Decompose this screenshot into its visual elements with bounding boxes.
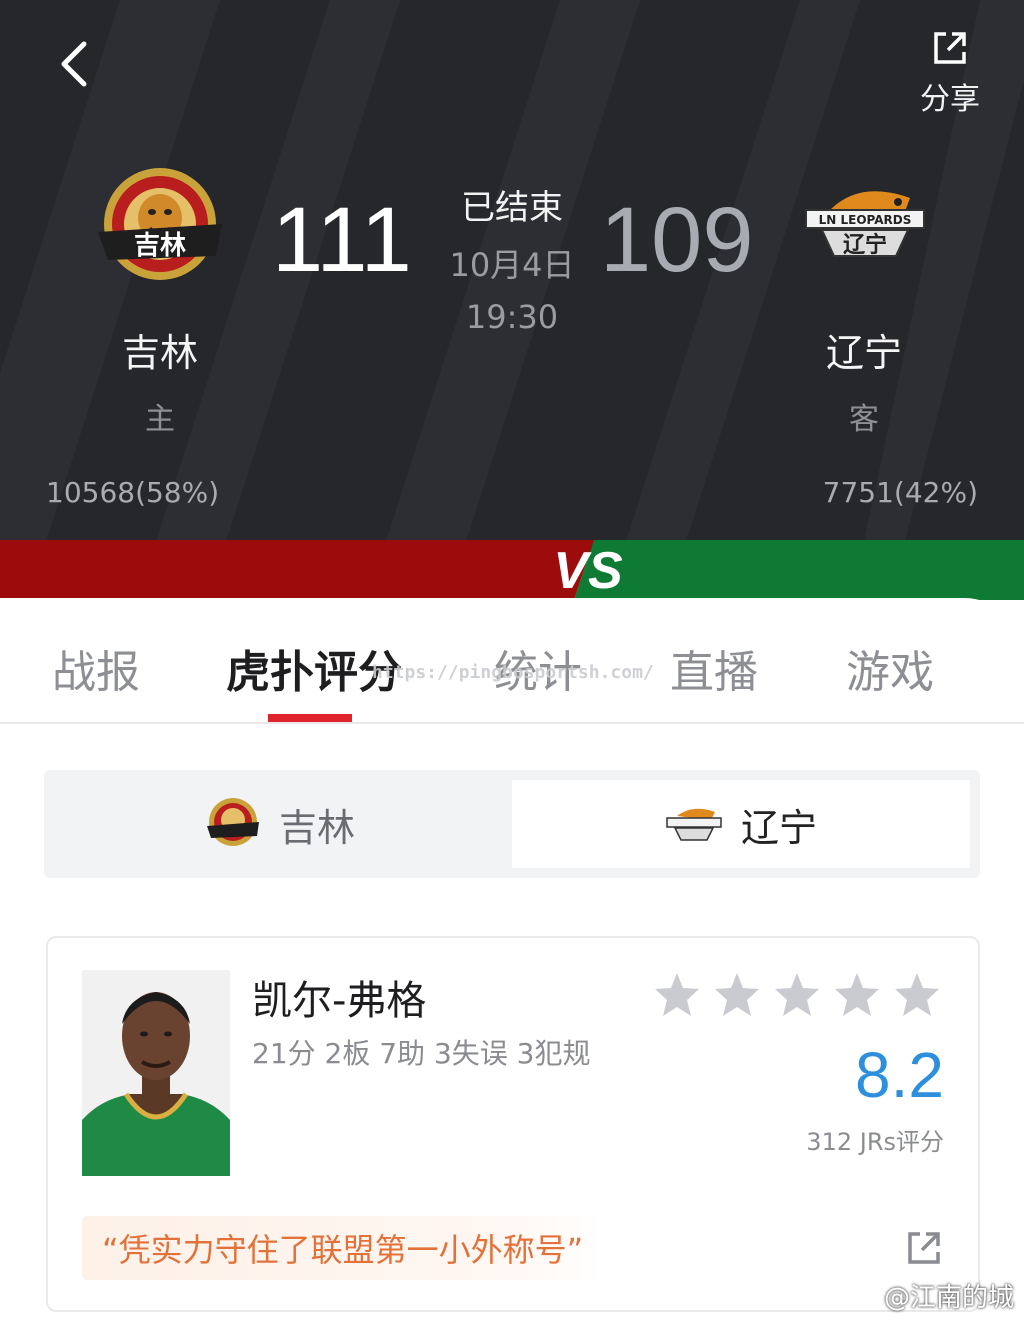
content-card: 战报 虎扑评分 统计 直播 游戏 https://pingbosportsh.c… [0, 598, 1024, 1324]
tab-bar: 战报 虎扑评分 统计 直播 游戏 https://pingbosportsh.c… [0, 628, 1024, 724]
team-switch-away-label: 辽宁 [740, 805, 817, 850]
top-comment-text: “凭实力守住了联盟第一小外称号” [102, 1231, 584, 1269]
away-team-role: 客 [849, 402, 879, 437]
share-label: 分享 [920, 82, 980, 117]
match-time: 19:30 [465, 298, 559, 336]
match-status: 已结束 [461, 188, 563, 228]
star-icon[interactable] [652, 970, 702, 1020]
home-team-mini-logo [206, 798, 259, 846]
home-vote-bar [0, 540, 594, 600]
active-tab-indicator [268, 714, 352, 722]
top-comment[interactable]: “凭实力守住了联盟第一小外称号” [82, 1216, 602, 1280]
vs-label: VS [553, 542, 623, 600]
back-icon [61, 41, 87, 87]
match-header: 分享 吉林 LN LEOPARDS 辽宁 吉林 主 10568(58%) 辽宁 … [0, 0, 1024, 560]
rating-count: 312 JRs评分 [806, 1128, 944, 1156]
home-logo-text: 吉林 [134, 231, 186, 261]
star-icon[interactable] [712, 970, 762, 1020]
external-link-icon[interactable] [904, 1228, 944, 1268]
weibo-watermark: @江南的城 [844, 1277, 1014, 1314]
star-icon[interactable] [832, 970, 882, 1020]
match-date: 10月4日 [449, 246, 575, 284]
player-stat-line: 21分 2板 7助 3失误 3犯规 [252, 1037, 591, 1070]
team-switch-home-label: 吉林 [278, 805, 355, 850]
player-rating-card[interactable]: 凯尔-弗格 21分 2板 7助 3失误 3犯规 8.2 312 JRs评分 “凭… [46, 936, 980, 1312]
tab-live[interactable]: 直播 [670, 636, 758, 700]
home-team-role: 主 [145, 402, 175, 437]
home-team-name: 吉林 [121, 331, 198, 375]
away-score: 109 [600, 189, 754, 291]
player-rating-score: 8.2 [855, 1039, 944, 1111]
share-icon [934, 32, 966, 64]
star-rating-input[interactable] [652, 970, 942, 1020]
home-team-logo: 吉林 [98, 168, 222, 280]
player-photo [82, 970, 230, 1176]
away-team-mini-logo [666, 808, 722, 841]
weibo-watermark-text: @江南的城 [883, 1283, 1014, 1313]
player-portrait [82, 970, 230, 1176]
away-team-votes: 7751(42%) [822, 476, 978, 509]
overlay-url-watermark: https://pingbosportsh.com/ [372, 662, 654, 683]
home-score: 111 [272, 189, 412, 291]
weibo-icon [844, 1284, 877, 1309]
star-icon[interactable] [892, 970, 942, 1020]
away-vote-bar [574, 540, 1024, 600]
team-switcher: 吉林 辽宁 [44, 770, 980, 878]
away-logo-text: 辽宁 [843, 232, 887, 258]
tab-games[interactable]: 游戏 [846, 636, 934, 700]
away-logo-banner: LN LEOPARDS [819, 213, 912, 227]
home-team-votes: 10568(58%) [46, 476, 220, 509]
away-team-name: 辽宁 [825, 331, 902, 375]
back-button[interactable] [48, 36, 104, 92]
star-icon[interactable] [772, 970, 822, 1020]
team-switch-home[interactable]: 吉林 [54, 780, 506, 868]
tab-report[interactable]: 战报 [52, 636, 140, 700]
player-name: 凯尔-弗格 [252, 978, 427, 1024]
team-switch-away[interactable]: 辽宁 [512, 780, 970, 868]
share-button[interactable]: 分享 [910, 28, 990, 117]
away-team-logo: LN LEOPARDS 辽宁 [805, 191, 925, 258]
